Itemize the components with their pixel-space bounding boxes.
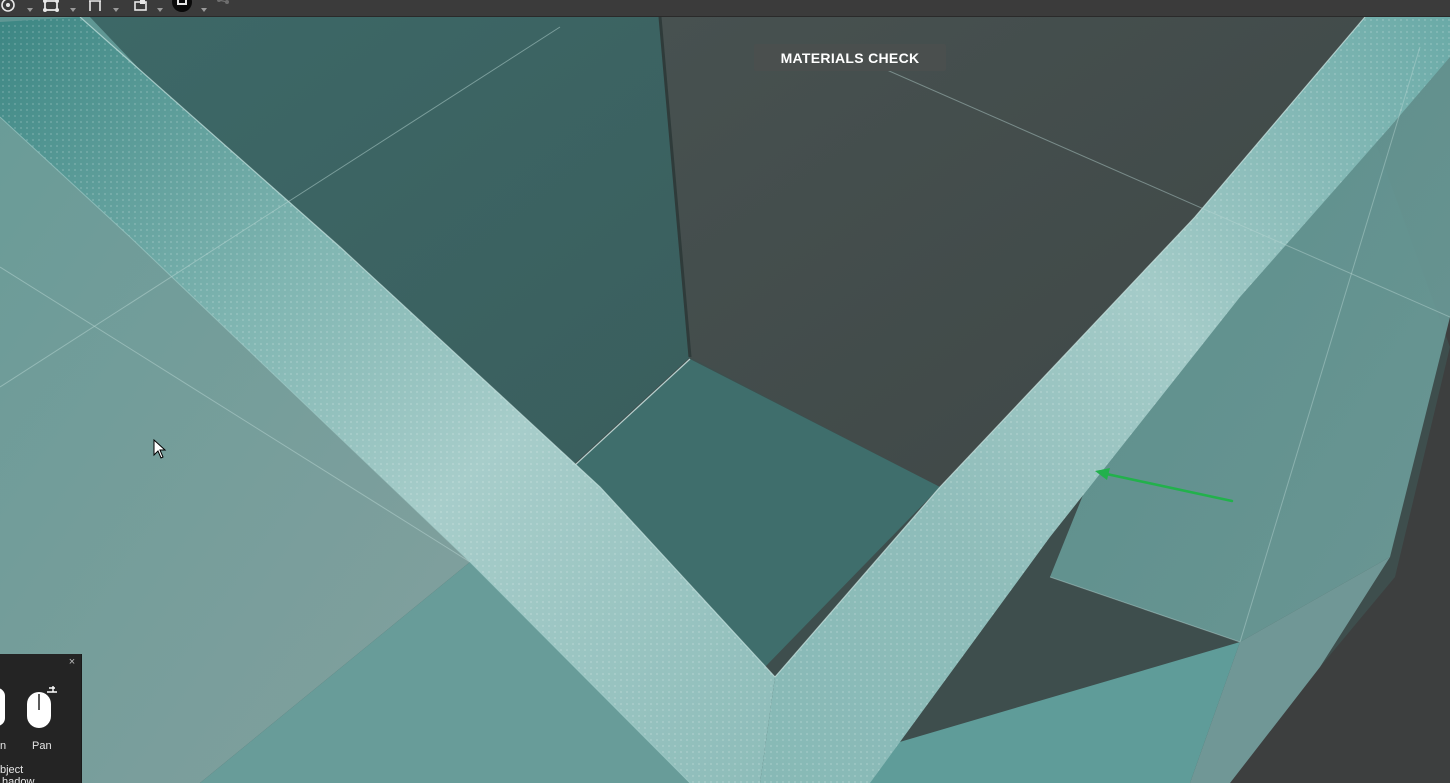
orbit-icon[interactable] [0,0,18,14]
measure-icon[interactable] [86,0,104,14]
close-icon[interactable]: × [67,657,77,668]
hint-label-pan: Pan [32,740,52,752]
chevron-down-icon[interactable] [113,0,119,12]
mouse-hint-panel: × n Pan bject hadow [0,654,82,783]
3d-viewport[interactable]: MATERIALS CHECK [0,17,1450,783]
mouse-cursor-icon [153,439,167,459]
top-toolbar [0,0,1450,17]
section-icon[interactable] [131,0,149,14]
chevron-down-icon[interactable] [157,0,163,12]
chevron-down-icon[interactable] [70,0,76,12]
glass-frame-model [0,17,1450,783]
hint-extra-line-2: hadow [2,776,35,783]
chevron-down-icon[interactable] [201,0,207,12]
mouse-pan-icon [25,686,59,735]
hint-label-orbit: n [0,740,7,752]
annotation-arrow [1095,468,1234,503]
mouse-icon [0,686,6,733]
hint-extra-line-1: bject [0,764,24,776]
render-mode-icon[interactable] [168,0,196,16]
view-label: MATERIALS CHECK [754,44,946,71]
chevron-down-icon[interactable] [27,0,33,12]
tree-icon[interactable] [214,0,232,14]
select-box-icon[interactable] [42,0,60,14]
